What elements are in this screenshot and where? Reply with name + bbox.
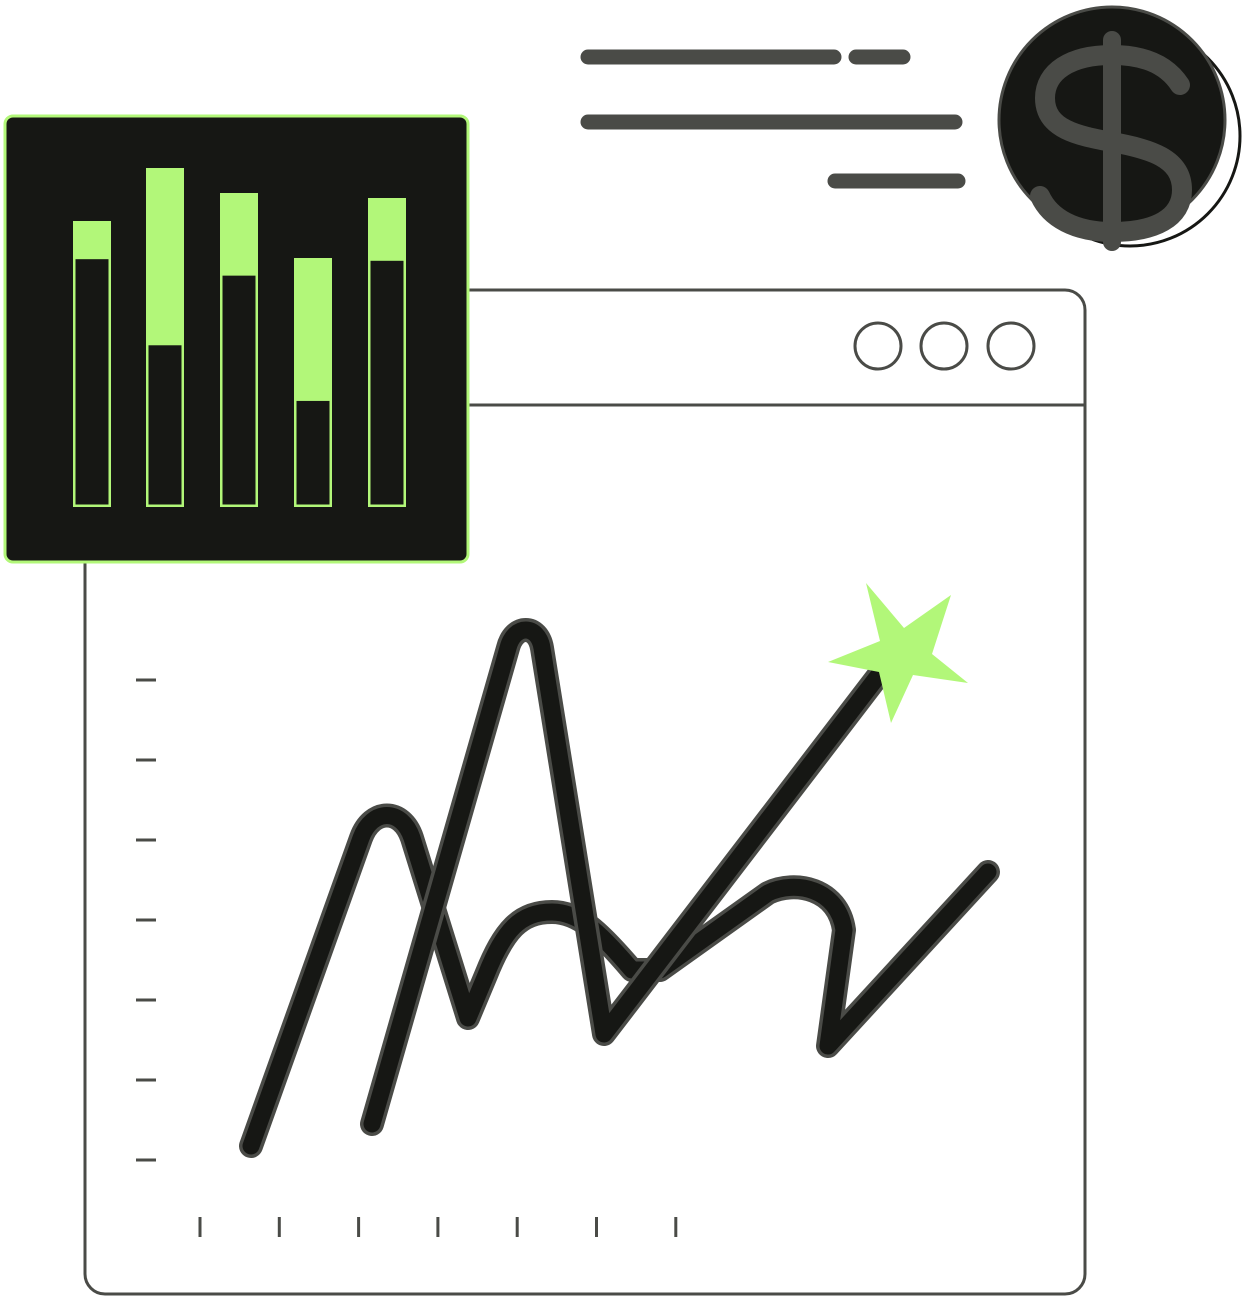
bar-chart-panel [3,114,470,564]
window-dot-1[interactable] [853,321,903,371]
text-placeholder-lines [580,49,966,189]
bar-3-lower [220,273,258,507]
illustration [3,5,1242,1296]
dollar-coin-icon [997,5,1242,251]
bar-2-lower [146,343,184,507]
bar-5-lower [368,258,406,507]
bar-1-lower [73,257,111,507]
bar-4-lower [294,398,332,507]
window-dot-3[interactable] [986,321,1036,371]
window-dot-2[interactable] [919,321,969,371]
